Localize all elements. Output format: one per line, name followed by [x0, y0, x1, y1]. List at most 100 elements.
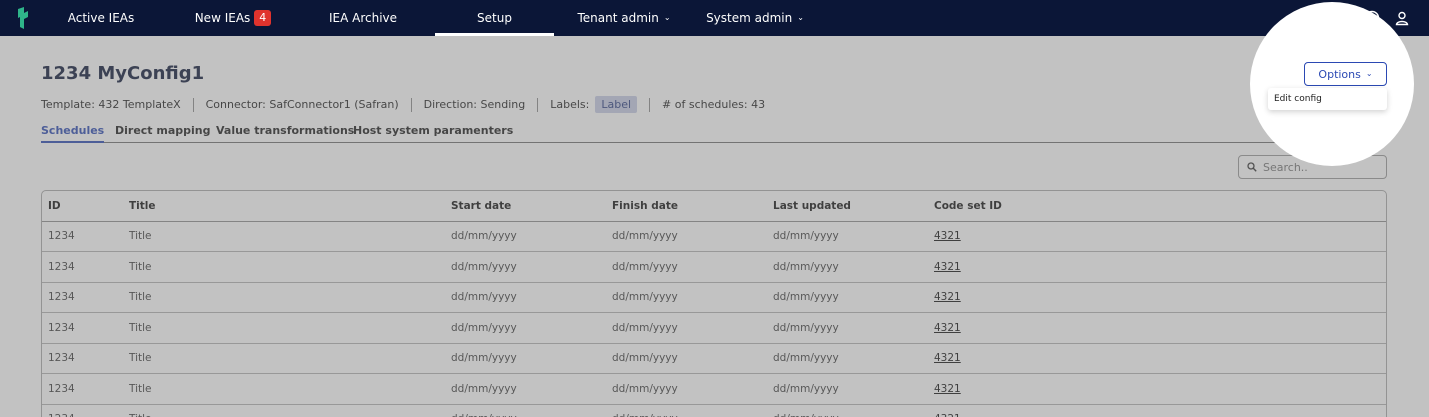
page-title: 1234 MyConfig1	[41, 63, 205, 84]
code-set-link[interactable]: 4321	[934, 383, 961, 395]
cell-id: 1234	[42, 373, 123, 405]
table-row[interactable]: 1234Titledd/mm/yyyydd/mm/yyyydd/mm/yyyy4…	[42, 251, 1386, 283]
code-set-link[interactable]: 4321	[934, 261, 961, 273]
cell-title: Title	[123, 404, 445, 417]
column-header-last-updated[interactable]: Last updated	[767, 191, 928, 222]
table-row[interactable]: 1234Titledd/mm/yyyydd/mm/yyyydd/mm/yyyy4…	[42, 343, 1386, 374]
cell-code-set-id: 4321	[928, 404, 1386, 417]
column-header-id[interactable]: ID	[42, 191, 123, 222]
column-header-start-date[interactable]: Start date	[445, 191, 606, 222]
divider	[410, 97, 412, 112]
chevron-down-icon: ⌄	[797, 12, 804, 22]
cell-start-date: dd/mm/yyyy	[445, 343, 606, 374]
column-header-title[interactable]: Title	[123, 191, 445, 222]
cell-last-updated: dd/mm/yyyy	[767, 404, 928, 417]
table-row[interactable]: 1234Titledd/mm/yyyydd/mm/yyyydd/mm/yyyy4…	[42, 282, 1386, 313]
cell-finish-date: dd/mm/yyyy	[606, 404, 767, 417]
cell-finish-date: dd/mm/yyyy	[606, 373, 767, 405]
nav-active-ieas-label: Active IEAs	[67, 11, 135, 25]
code-set-link[interactable]: 4321	[934, 291, 961, 303]
cell-code-set-id: 4321	[928, 343, 1386, 374]
schedules-table: ID Title Start date Finish date Last upd…	[41, 190, 1387, 417]
table-row[interactable]: 1234Titledd/mm/yyyydd/mm/yyyydd/mm/yyyy4…	[42, 373, 1386, 405]
cell-last-updated: dd/mm/yyyy	[767, 373, 928, 405]
meta-labels-label: Labels:	[550, 98, 590, 111]
cell-id: 1234	[42, 251, 123, 283]
cell-start-date: dd/mm/yyyy	[445, 312, 606, 344]
cell-last-updated: dd/mm/yyyy	[767, 343, 928, 374]
nav-active-ieas[interactable]: Active IEAs	[54, 0, 148, 36]
cell-start-date: dd/mm/yyyy	[445, 251, 606, 283]
nav-tenant-admin[interactable]: Tenant admin ⌄	[567, 0, 681, 36]
table-header-row: ID Title Start date Finish date Last upd…	[42, 191, 1386, 222]
options-button[interactable]: Options ⌄	[1304, 62, 1387, 86]
meta-connector: Connector: SafConnector1 (Safran)	[205, 98, 399, 111]
tab-direct-mapping[interactable]: Direct mapping	[115, 124, 211, 137]
nav-setup[interactable]: Setup	[435, 0, 554, 36]
code-set-link[interactable]: 4321	[934, 352, 961, 364]
divider	[192, 97, 194, 112]
nav-iea-archive[interactable]: IEA Archive	[316, 0, 410, 36]
logo-icon[interactable]	[16, 7, 30, 29]
cell-start-date: dd/mm/yyyy	[445, 221, 606, 252]
cell-finish-date: dd/mm/yyyy	[606, 251, 767, 283]
cell-start-date: dd/mm/yyyy	[445, 373, 606, 405]
nav-new-ieas[interactable]: New IEAs 4	[178, 0, 288, 36]
cell-start-date: dd/mm/yyyy	[445, 404, 606, 417]
search-icon	[1247, 162, 1257, 172]
label-chip: Label	[595, 96, 638, 113]
cell-id: 1234	[42, 404, 123, 417]
config-page: 1234 MyConfig1 Template: 432 TemplateX C…	[0, 36, 1429, 417]
cell-id: 1234	[42, 221, 123, 252]
cell-start-date: dd/mm/yyyy	[445, 282, 606, 313]
cell-id: 1234	[42, 312, 123, 344]
cell-title: Title	[123, 282, 445, 313]
cell-code-set-id: 4321	[928, 373, 1386, 405]
cell-finish-date: dd/mm/yyyy	[606, 282, 767, 313]
tab-host-system-parameters[interactable]: Host system paramenters	[353, 124, 513, 137]
tab-value-transformations[interactable]: Value transformations	[216, 124, 354, 137]
meta-template: Template: 432 TemplateX	[41, 98, 181, 111]
cell-last-updated: dd/mm/yyyy	[767, 221, 928, 252]
cell-last-updated: dd/mm/yyyy	[767, 251, 928, 283]
code-set-link[interactable]: 4321	[934, 230, 961, 242]
cell-code-set-id: 4321	[928, 312, 1386, 344]
menu-item-edit-config[interactable]: Edit config	[1274, 94, 1322, 104]
divider	[649, 97, 651, 112]
options-button-label: Options	[1318, 67, 1361, 81]
nav-tenant-admin-label: Tenant admin	[577, 11, 659, 25]
cell-finish-date: dd/mm/yyyy	[606, 221, 767, 252]
config-meta: Template: 432 TemplateX Connector: SafCo…	[41, 96, 765, 113]
options-menu: Edit config	[1268, 88, 1387, 110]
user-icon[interactable]	[1394, 10, 1410, 26]
new-ieas-count-badge: 4	[254, 10, 272, 26]
code-set-link[interactable]: 4321	[934, 322, 961, 334]
cell-title: Title	[123, 221, 445, 252]
cell-title: Title	[123, 343, 445, 374]
table-row[interactable]: 1234Titledd/mm/yyyydd/mm/yyyydd/mm/yyyy4…	[42, 312, 1386, 344]
cell-id: 1234	[42, 343, 123, 374]
nav-system-admin[interactable]: System admin ⌄	[697, 0, 813, 36]
tab-schedules[interactable]: Schedules	[41, 124, 105, 143]
column-header-code-set-id[interactable]: Code set ID	[928, 191, 1386, 222]
chevron-down-icon: ⌄	[1365, 68, 1373, 78]
cell-code-set-id: 4321	[928, 282, 1386, 313]
table-row[interactable]: 1234Titledd/mm/yyyydd/mm/yyyydd/mm/yyyy4…	[42, 404, 1386, 417]
cell-title: Title	[123, 373, 445, 405]
column-header-finish-date[interactable]: Finish date	[606, 191, 767, 222]
cell-finish-date: dd/mm/yyyy	[606, 312, 767, 344]
options-spotlight: Options ⌄ Edit config	[1250, 2, 1414, 166]
config-tabs: Schedules Direct mapping Value transform…	[41, 122, 1387, 143]
divider	[537, 97, 539, 112]
chevron-down-icon: ⌄	[663, 12, 671, 22]
code-set-link[interactable]: 4321	[934, 413, 961, 417]
meta-direction: Direction: Sending	[423, 98, 526, 111]
table-row[interactable]: 1234Titledd/mm/yyyydd/mm/yyyydd/mm/yyyy4…	[42, 221, 1386, 252]
nav-setup-label: Setup	[477, 11, 512, 25]
meta-schedules-count: # of schedules: 43	[662, 98, 766, 111]
nav-iea-archive-label: IEA Archive	[328, 11, 398, 25]
cell-title: Title	[123, 312, 445, 344]
nav-system-admin-label: System admin	[706, 11, 793, 25]
cell-id: 1234	[42, 282, 123, 313]
cell-last-updated: dd/mm/yyyy	[767, 312, 928, 344]
